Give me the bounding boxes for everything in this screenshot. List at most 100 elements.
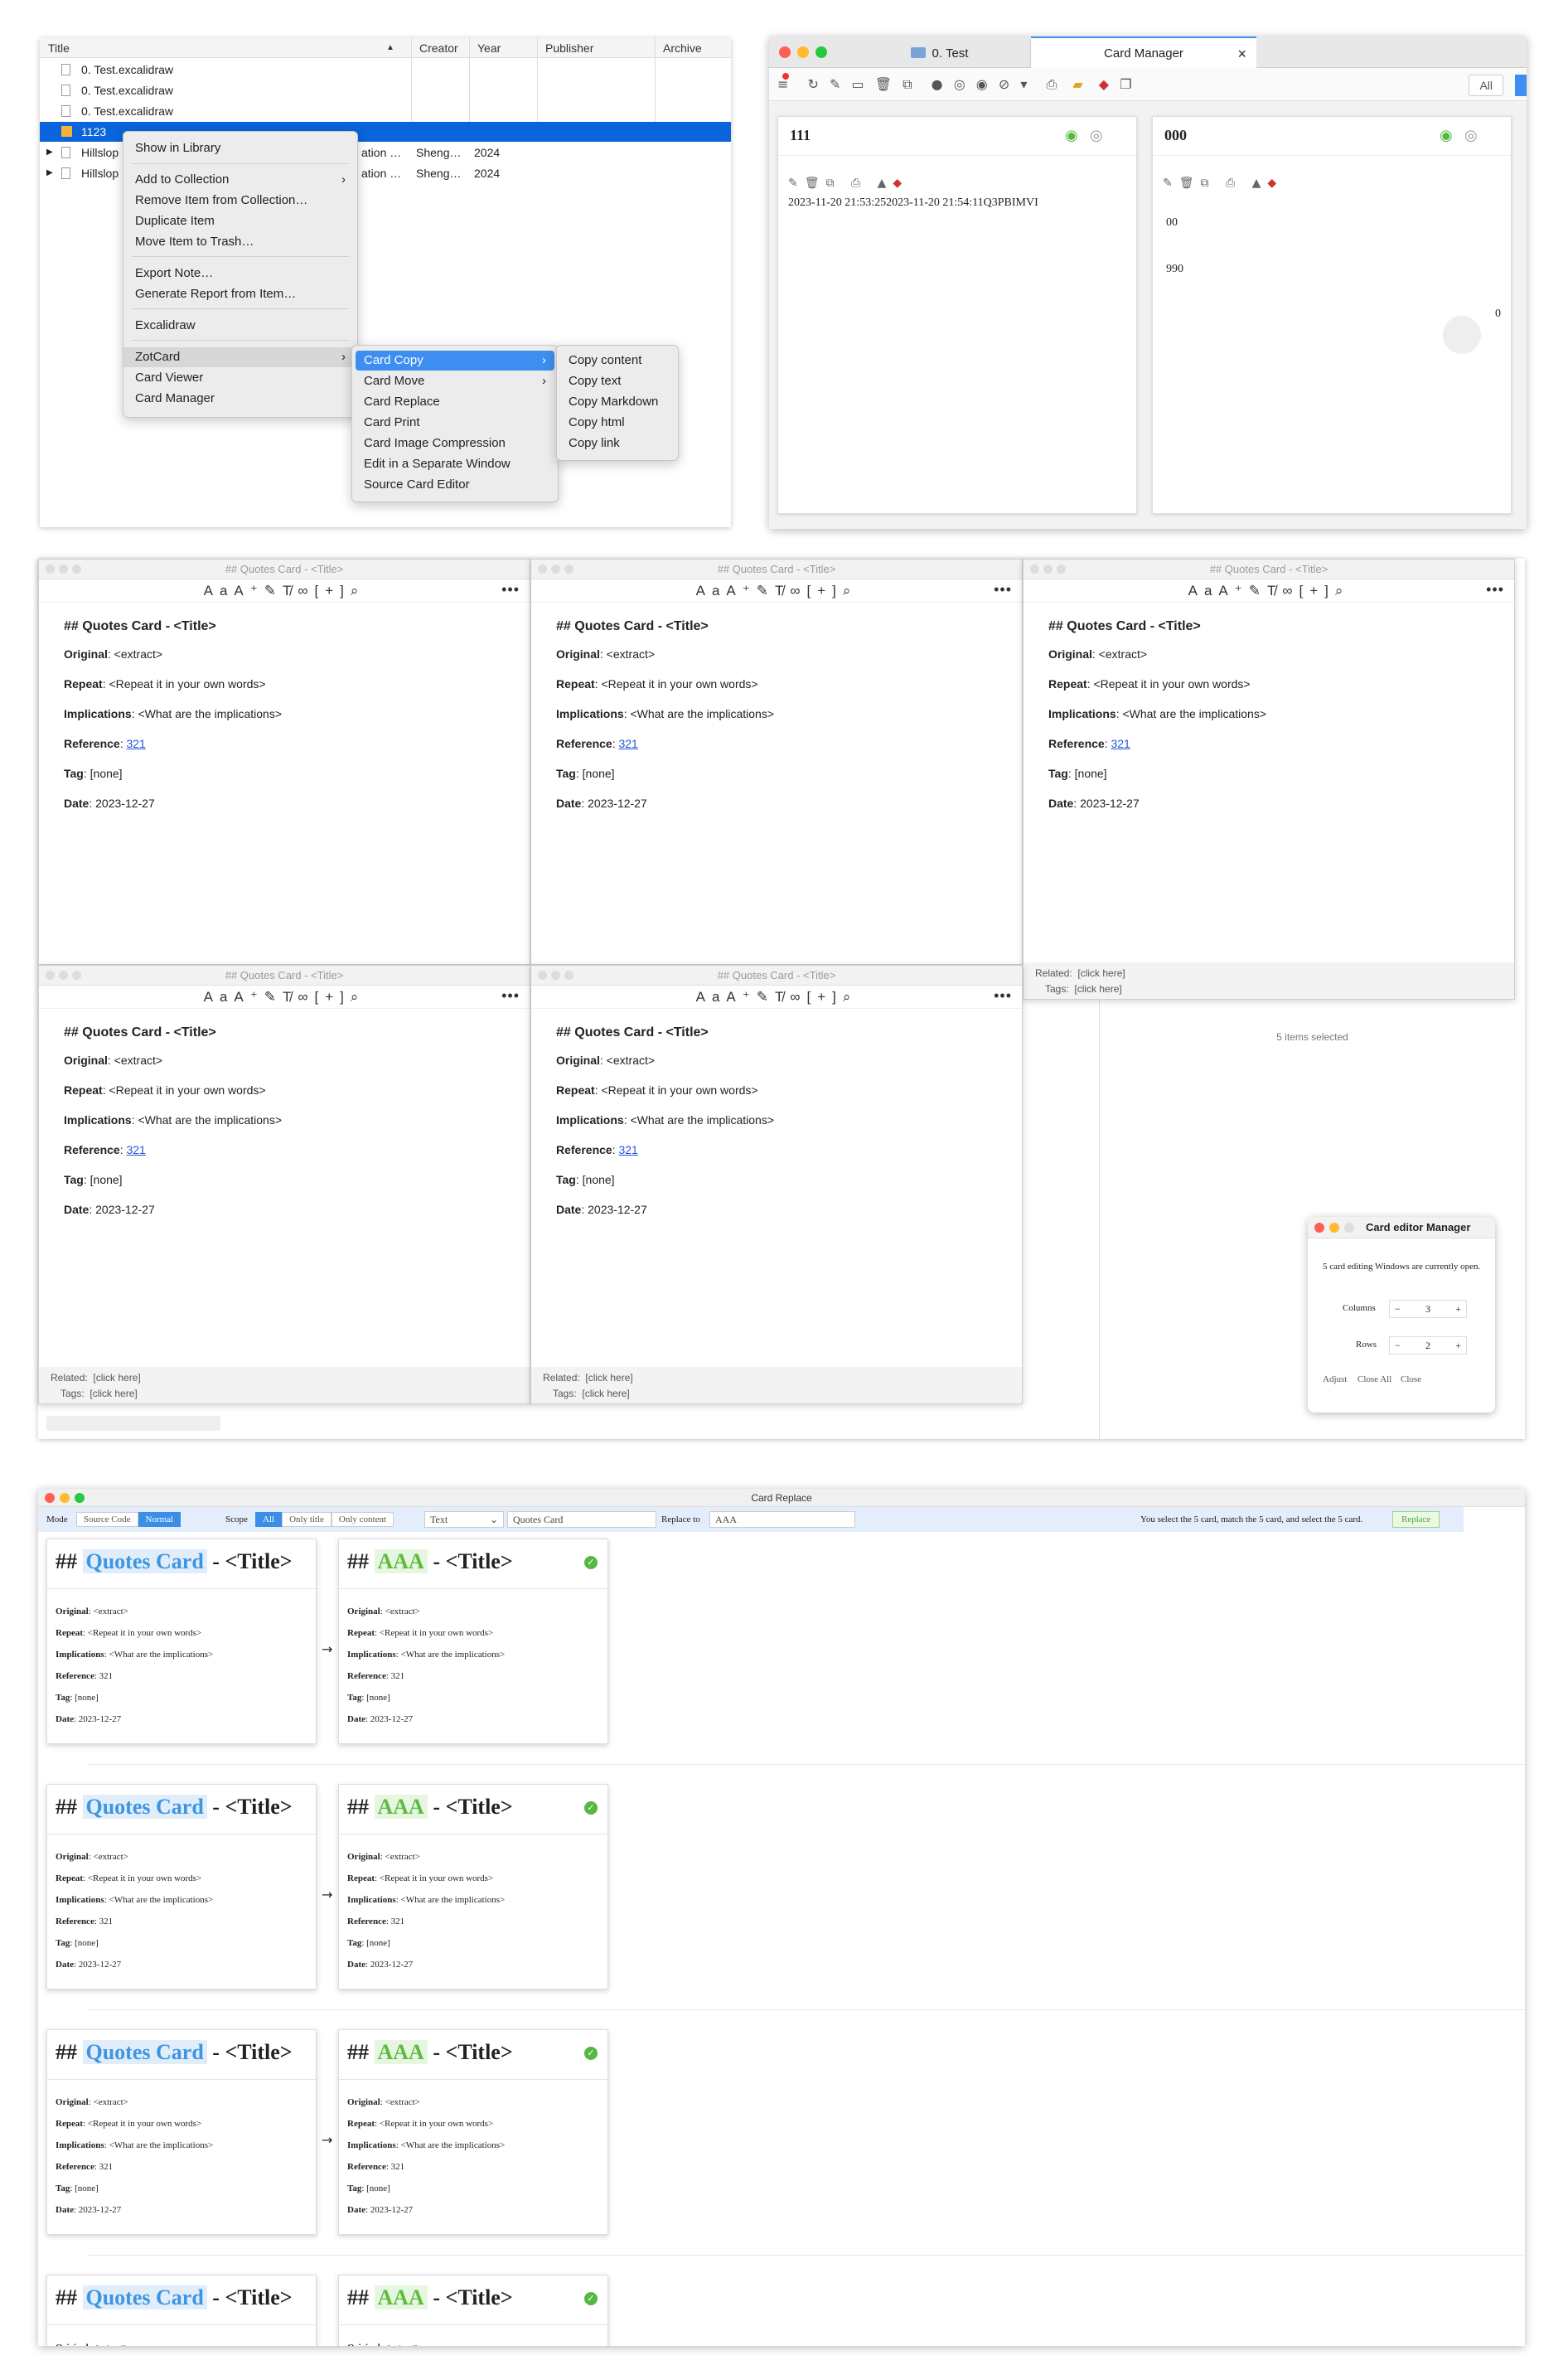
mode-source-code[interactable]: Source Code <box>76 1512 138 1527</box>
search-field[interactable] <box>46 1416 220 1431</box>
edit-icon[interactable]: ✎ <box>830 76 840 92</box>
scope-all[interactable]: All <box>255 1512 283 1527</box>
all-button[interactable]: All <box>1469 75 1503 96</box>
eye-icon[interactable]: ◉ <box>976 76 988 92</box>
maximize-window-button[interactable] <box>75 1493 85 1503</box>
archive-icon[interactable]: ▭ <box>852 76 864 92</box>
text-size-icon[interactable]: A⁺ <box>726 583 756 599</box>
link-icon[interactable]: ∞ <box>790 989 806 1005</box>
menu-card-copy[interactable]: Card Copy › <box>356 351 554 371</box>
dropdown-icon[interactable]: ▾ <box>1020 76 1027 92</box>
check-circle-icon[interactable]: ◎ <box>954 76 965 92</box>
minimize-window-button[interactable] <box>1329 1223 1339 1233</box>
close-window-button[interactable] <box>779 46 791 58</box>
minimize-window-button[interactable] <box>59 971 68 980</box>
more-options-icon[interactable]: ••• <box>1486 581 1504 599</box>
duplicate-icon[interactable]: ❐ <box>1120 76 1131 92</box>
menu-card-print[interactable]: Card Print <box>352 413 558 433</box>
folder-star-icon[interactable]: ▰ <box>1072 76 1082 92</box>
expand-icon[interactable]: ▶ <box>46 143 53 162</box>
rows-stepper[interactable]: −2 + <box>1389 1336 1467 1355</box>
eye-icon[interactable]: ◉ <box>1065 127 1078 144</box>
card-111[interactable]: 111 ◉ ◎ ✎🗑⧉ ⎙ ▲◆ 2023-11-20 21:53:252023… <box>777 116 1137 514</box>
reference-link[interactable]: 321 <box>618 1143 637 1156</box>
menu-card-move[interactable]: Card Move › <box>352 371 558 391</box>
check-icon[interactable]: ✓ <box>584 1556 598 1569</box>
font-icon[interactable]: Aa <box>696 583 727 599</box>
search-input[interactable]: Quotes Card <box>507 1511 656 1528</box>
zotero-icon[interactable]: ◆ <box>1099 76 1109 92</box>
col-archive[interactable]: Archive <box>663 41 702 55</box>
refresh-icon[interactable]: ↻ <box>808 76 819 92</box>
card-000[interactable]: 000 ◉ ◎ ✎🗑⧉ ⎙ ▲◆ 00 990 0 <box>1152 116 1512 514</box>
close-window-button[interactable] <box>1030 565 1039 574</box>
menu-copy-content[interactable]: Copy content <box>557 351 678 371</box>
replace-button[interactable]: Replace <box>1392 1511 1440 1528</box>
minimize-window-button[interactable] <box>797 46 809 58</box>
insert-citation-icon[interactable]: [+] <box>806 989 842 1005</box>
related-link[interactable]: [click here] <box>1077 967 1125 979</box>
insert-citation-icon[interactable]: [+] <box>314 583 350 599</box>
insert-citation-icon[interactable]: [+] <box>314 989 350 1005</box>
close-button[interactable]: Close <box>1401 1374 1421 1384</box>
font-icon[interactable]: Aa <box>204 583 235 599</box>
search-icon[interactable]: ⌕ <box>351 583 365 599</box>
tags-link[interactable]: [click here] <box>1074 983 1121 995</box>
close-window-button[interactable] <box>538 565 547 574</box>
font-icon[interactable]: Aa <box>696 989 727 1005</box>
menu-excalidraw[interactable]: Excalidraw <box>123 316 357 336</box>
minimize-window-button[interactable] <box>551 565 560 574</box>
columns-stepper[interactable]: −3 + <box>1389 1300 1467 1318</box>
original-card[interactable]: ## Quotes Card - <Title> Original: <extr… <box>46 2029 317 2235</box>
editor-body[interactable]: ## Quotes Card - <Title> Original: <extr… <box>39 603 530 838</box>
col-publisher[interactable]: Publisher <box>545 41 593 55</box>
editor-body[interactable]: ## Quotes Card - <Title> Original: <extr… <box>531 603 1022 838</box>
scroll-top-button[interactable] <box>1443 316 1481 354</box>
font-icon[interactable]: Aa <box>1188 583 1219 599</box>
maximize-window-button[interactable] <box>72 971 81 980</box>
search-icon[interactable]: ⌕ <box>1335 583 1350 599</box>
col-year[interactable]: Year <box>477 41 501 55</box>
check-filled-icon[interactable]: ● <box>932 76 943 92</box>
maximize-window-button[interactable] <box>1057 565 1066 574</box>
link-icon[interactable]: ∞ <box>298 583 314 599</box>
maximize-window-button[interactable] <box>815 46 827 58</box>
link-icon[interactable]: ∞ <box>790 583 806 599</box>
replace-input[interactable]: AAA <box>709 1511 855 1528</box>
more-options-icon[interactable]: ••• <box>501 987 520 1005</box>
highlight-icon[interactable]: ✎ <box>757 583 775 599</box>
search-icon[interactable]: ⌕ <box>843 989 858 1005</box>
clear-format-icon[interactable]: T̸ <box>283 989 298 1005</box>
eye-icon[interactable]: ◉ <box>1440 127 1453 144</box>
menu-card-viewer[interactable]: Card Viewer <box>123 368 357 388</box>
link-icon[interactable]: ∞ <box>1282 583 1299 599</box>
search-icon[interactable]: ⌕ <box>843 583 858 599</box>
check-circle-icon[interactable]: ◎ <box>1464 127 1478 144</box>
tab-card-manager[interactable]: Card Manager × <box>1031 36 1256 68</box>
menu-move-to-trash[interactable]: Move Item to Trash… <box>123 232 357 252</box>
maximize-window-button[interactable] <box>1344 1223 1354 1233</box>
menu-add-to-collection[interactable]: Add to Collection › <box>123 170 357 190</box>
menu-copy-text[interactable]: Copy text <box>557 371 678 391</box>
search-icon[interactable]: ⌕ <box>351 989 365 1005</box>
scope-only-content[interactable]: Only content <box>331 1512 394 1527</box>
check-icon[interactable]: ✓ <box>584 2047 598 2060</box>
table-row[interactable]: 0. Test.excalidraw <box>40 80 731 100</box>
insert-citation-icon[interactable]: [+] <box>806 583 842 599</box>
more-options-icon[interactable]: ••• <box>501 581 520 599</box>
adjust-button[interactable]: Adjust <box>1323 1374 1347 1384</box>
menu-copy-markdown[interactable]: Copy Markdown <box>557 392 678 412</box>
insert-citation-icon[interactable]: [+] <box>1299 583 1334 599</box>
tags-link[interactable]: [click here] <box>582 1388 629 1399</box>
reference-link[interactable]: 321 <box>126 1143 145 1156</box>
clear-format-icon[interactable]: T̸ <box>775 989 790 1005</box>
clear-format-icon[interactable]: T̸ <box>283 583 298 599</box>
replaced-card[interactable]: ## AAA - <Title>✓ Original: <extract> Re… <box>338 1539 608 1744</box>
close-window-button[interactable] <box>1314 1223 1324 1233</box>
check-circle-icon[interactable]: ◎ <box>1090 127 1103 144</box>
filter-button[interactable] <box>1515 75 1527 96</box>
reference-link[interactable]: 321 <box>1111 737 1130 750</box>
menu-card-replace[interactable]: Card Replace <box>352 392 558 412</box>
close-tab-icon[interactable]: × <box>1237 38 1246 70</box>
menu-remove-from-collection[interactable]: Remove Item from Collection… <box>123 191 357 211</box>
